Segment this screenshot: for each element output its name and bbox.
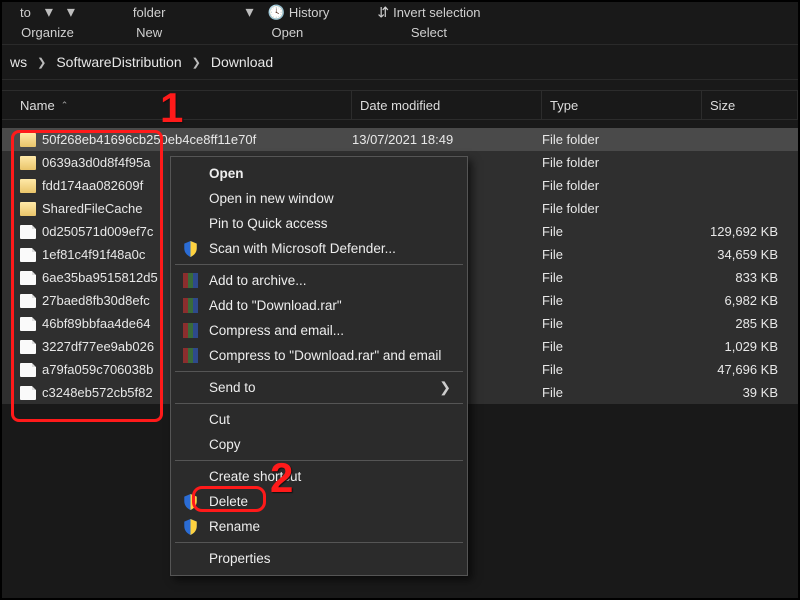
folder-icon (20, 202, 36, 216)
crumb[interactable]: SoftwareDistribution (56, 54, 181, 70)
ctx-cut[interactable]: Cut (173, 407, 465, 432)
cell-size: 39 KB (702, 385, 798, 400)
cell-type: File folder (542, 132, 702, 147)
file-icon (20, 317, 36, 331)
header-size[interactable]: Size (702, 91, 798, 119)
file-icon (20, 386, 36, 400)
cell-size: 285 KB (702, 316, 798, 331)
ctx-scan-defender[interactable]: Scan with Microsoft Defender... (173, 236, 465, 261)
cell-type: File (542, 339, 702, 354)
cell-type: File folder (542, 201, 702, 216)
cell-size: 6,982 KB (702, 293, 798, 308)
chevron-right-icon: ❯ (37, 56, 46, 69)
ctx-add-archive[interactable]: Add to archive... (173, 268, 465, 293)
ribbon-label: Select (411, 25, 447, 44)
winrar-icon (182, 347, 199, 364)
table-row[interactable]: 50f268eb41696cb250eb4ce8ff11e70f13/07/20… (2, 128, 798, 151)
cell-size: 129,692 KB (702, 224, 798, 239)
winrar-icon (182, 297, 199, 314)
file-icon (20, 363, 36, 377)
cell-name: 50f268eb41696cb250eb4ce8ff11e70f (42, 132, 352, 147)
ctx-properties[interactable]: Properties (173, 546, 465, 571)
chevron-down-icon: ▾ (245, 2, 253, 22)
cell-date: 13/07/2021 18:49 (352, 132, 542, 147)
file-icon (20, 248, 36, 262)
crumb[interactable]: ws (10, 54, 27, 70)
folder-icon (20, 179, 36, 193)
file-icon (20, 294, 36, 308)
ctx-delete[interactable]: Delete (173, 489, 465, 514)
ribbon-label: New (136, 25, 162, 44)
shield-icon (182, 493, 199, 510)
ribbon-label: Organize (21, 25, 74, 44)
ctx-send-to[interactable]: Send to❯ (173, 375, 465, 400)
annotation-number-1: 1 (160, 84, 183, 132)
column-headers: Name⌃ Date modified Type Size (2, 90, 798, 120)
breadcrumb[interactable]: ws ❯ SoftwareDistribution ❯ Download (2, 45, 798, 80)
file-icon (20, 340, 36, 354)
crumb[interactable]: Download (211, 54, 273, 70)
separator (175, 542, 463, 543)
ctx-open[interactable]: Open (173, 161, 465, 186)
cell-type: File folder (542, 155, 702, 170)
chevron-right-icon: ❯ (439, 379, 451, 396)
chevron-right-icon: ❯ (192, 56, 201, 69)
separator (175, 371, 463, 372)
invert-selection-icon: ⇵ (377, 4, 389, 20)
header-date[interactable]: Date modified (352, 91, 542, 119)
winrar-icon (182, 322, 199, 339)
ribbon-label: Open (271, 25, 303, 44)
cell-type: File (542, 247, 702, 262)
ribbon-group-select[interactable]: ⇵Invert selection Select (359, 2, 498, 44)
cell-type: File (542, 316, 702, 331)
cell-type: File (542, 293, 702, 308)
cell-type: File (542, 385, 702, 400)
sort-caret-icon: ⌃ (61, 100, 69, 111)
file-icon (20, 271, 36, 285)
header-type[interactable]: Type (542, 91, 702, 119)
chevron-down-icon: ▾ (45, 2, 53, 22)
cell-type: File (542, 270, 702, 285)
separator (175, 264, 463, 265)
shield-icon (182, 518, 199, 535)
ctx-copy[interactable]: Copy (173, 432, 465, 457)
winrar-icon (182, 272, 199, 289)
cell-size: 34,659 KB (702, 247, 798, 262)
ribbon-group-organize[interactable]: to▾▾ Organize (2, 2, 93, 44)
annotation-number-2: 2 (270, 454, 293, 502)
ctx-compress-download-email[interactable]: Compress to "Download.rar" and email (173, 343, 465, 368)
chevron-down-icon: ▾ (67, 2, 75, 22)
cell-type: File folder (542, 178, 702, 193)
cell-type: File (542, 224, 702, 239)
context-menu: Open Open in new window Pin to Quick acc… (170, 156, 468, 576)
cell-size: 47,696 KB (702, 362, 798, 377)
shield-icon (182, 240, 199, 257)
history-icon: 🕓 (267, 4, 284, 20)
ctx-open-new-window[interactable]: Open in new window (173, 186, 465, 211)
folder-icon (20, 156, 36, 170)
ribbon-group-new[interactable]: folder New (93, 2, 206, 44)
ctx-create-shortcut[interactable]: Create shortcut (173, 464, 465, 489)
separator (175, 460, 463, 461)
cell-size: 1,029 KB (702, 339, 798, 354)
file-icon (20, 225, 36, 239)
ctx-rename[interactable]: Rename (173, 514, 465, 539)
cell-type: File (542, 362, 702, 377)
ribbon: to▾▾ Organize folder New ▾🕓History Open … (2, 2, 798, 45)
folder-icon (20, 133, 36, 147)
ribbon-group-open[interactable]: ▾🕓History Open (205, 2, 359, 44)
ctx-pin-quick-access[interactable]: Pin to Quick access (173, 211, 465, 236)
ctx-add-download-rar[interactable]: Add to "Download.rar" (173, 293, 465, 318)
cell-size: 833 KB (702, 270, 798, 285)
separator (175, 403, 463, 404)
ctx-compress-email[interactable]: Compress and email... (173, 318, 465, 343)
